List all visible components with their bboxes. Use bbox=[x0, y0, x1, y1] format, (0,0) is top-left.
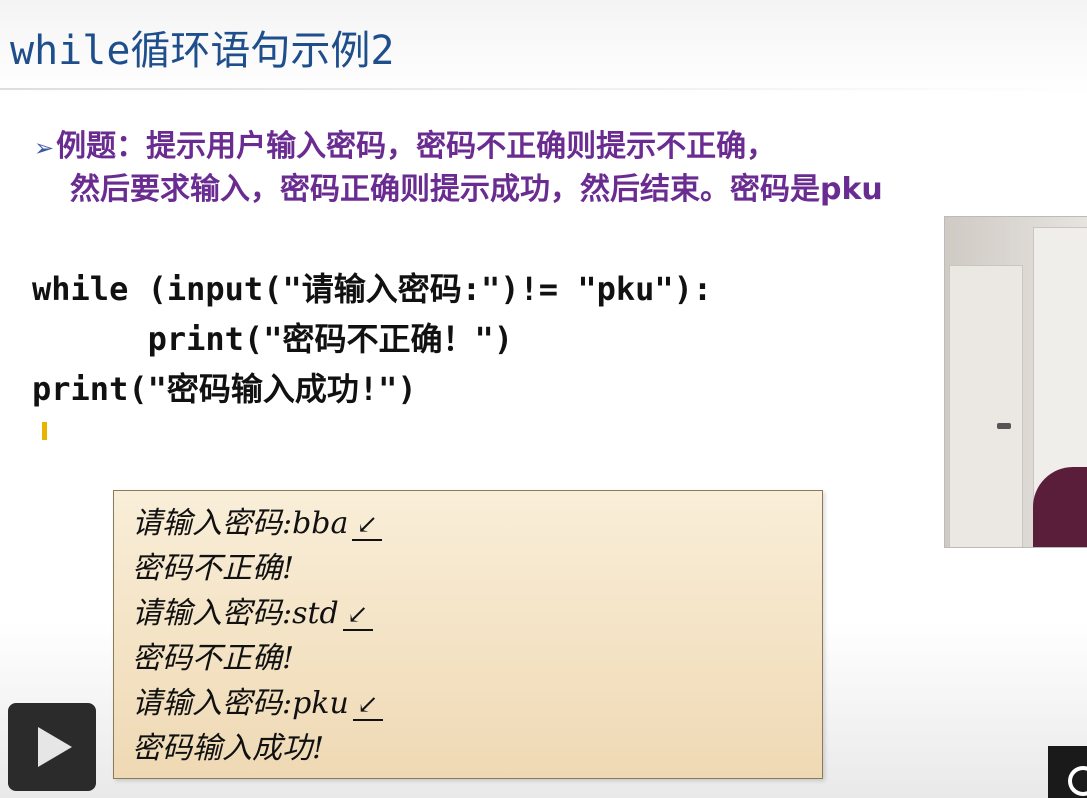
code-line-2: print("密码不正确！") bbox=[32, 320, 513, 358]
output-line-4: 密码不正确! bbox=[132, 641, 295, 676]
problem-line-1: 例题：提示用户输入密码，密码不正确则提示不正确， bbox=[56, 129, 777, 164]
text-cursor bbox=[42, 422, 47, 440]
enter-arrow-icon: ↙ bbox=[342, 601, 373, 631]
code-line-3: print("密码输入成功!") bbox=[32, 370, 417, 408]
output-line-3: 请输入密码:std ↙ bbox=[132, 591, 383, 636]
enter-arrow-icon: ↙ bbox=[352, 511, 383, 541]
console-output-box: 请输入密码:bba ↙ 密码不正确! 请输入密码:std ↙ 密码不正确! 请输入密… bbox=[113, 490, 823, 779]
background-door bbox=[949, 265, 1023, 547]
player-logo-icon bbox=[1068, 766, 1087, 796]
play-icon bbox=[38, 727, 72, 767]
title-divider bbox=[0, 88, 1087, 90]
output-line-6: 密码输入成功! bbox=[132, 731, 325, 766]
play-button[interactable] bbox=[8, 703, 96, 791]
webcam-video-overlay bbox=[944, 216, 1087, 548]
console-output-lines: 请输入密码:bba ↙ 密码不正确! 请输入密码:std ↙ 密码不正确! 请输入密… bbox=[132, 501, 383, 771]
output-line-1: 请输入密码:bba ↙ bbox=[132, 501, 383, 546]
output-line-5: 请输入密码:pku ↙ bbox=[132, 681, 383, 726]
problem-line-2: 然后要求输入，密码正确则提示成功，然后结束。密码是pku bbox=[70, 172, 883, 207]
output-line-2: 密码不正确! bbox=[132, 551, 295, 586]
player-logo bbox=[1048, 746, 1087, 798]
door-handle bbox=[997, 423, 1011, 429]
slide-title: while循环语句示例2 bbox=[10, 28, 395, 74]
problem-statement: ➢例题：提示用户输入密码，密码不正确则提示不正确， 然后要求输入，密码正确则提示… bbox=[34, 126, 1084, 211]
code-block: while (input("请输入密码:")!= "pku"): print("… bbox=[32, 264, 712, 414]
bullet-arrow-icon: ➢ bbox=[34, 134, 55, 162]
enter-arrow-icon: ↙ bbox=[352, 691, 383, 721]
code-line-1: while (input("请输入密码:")!= "pku"): bbox=[32, 270, 713, 308]
